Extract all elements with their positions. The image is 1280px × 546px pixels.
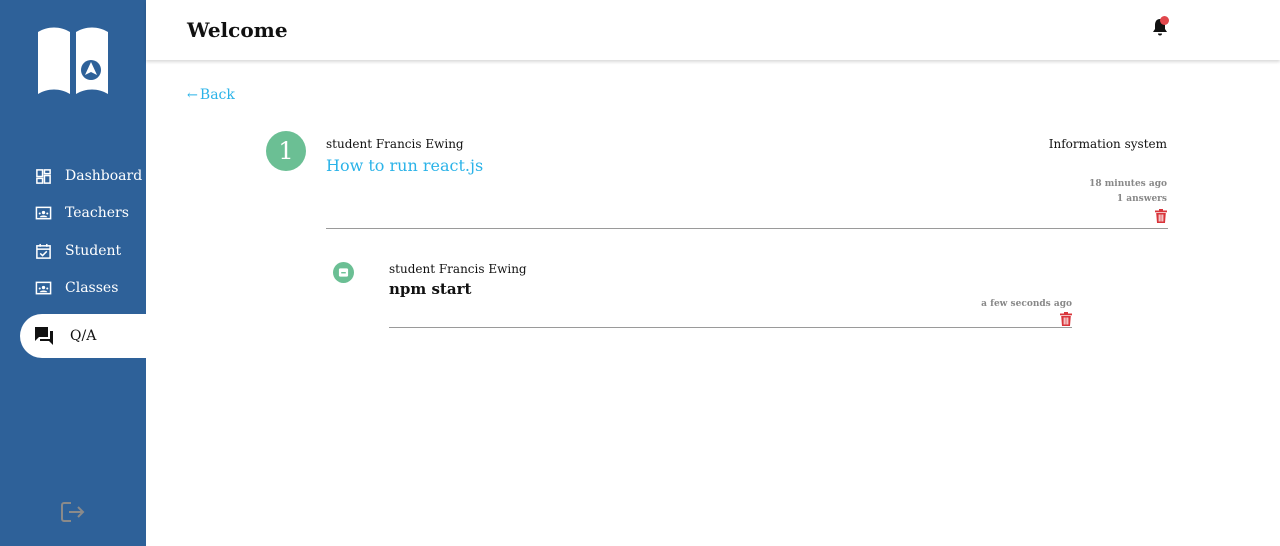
arrow-left-icon: ←	[187, 87, 198, 103]
sidebar-item-teachers[interactable]: Teachers	[0, 198, 146, 228]
sidebar-item-label: Student	[65, 243, 122, 259]
sidebar-item-label: Q/A	[70, 328, 97, 344]
question-title[interactable]: How to run react.js	[326, 156, 483, 175]
notification-dot	[1160, 16, 1169, 25]
sidebar-item-qa[interactable]: Q/A	[20, 314, 150, 358]
back-link[interactable]: ← Back	[187, 87, 235, 103]
sidebar-item-label: Teachers	[65, 205, 129, 221]
answer-author: student Francis Ewing	[389, 262, 527, 276]
question-answer-count: 1 answers	[1116, 194, 1167, 204]
top-header: Welcome	[146, 0, 1280, 60]
dashboard-icon	[34, 167, 52, 185]
question-number-badge: 1	[266, 131, 306, 171]
question-timestamp: 18 minutes ago	[1089, 179, 1167, 189]
sidebar: Dashboard Teachers Student Classes Q/A	[0, 0, 150, 546]
back-label: Back	[199, 87, 235, 103]
sidebar-item-dashboard[interactable]: Dashboard	[0, 161, 146, 191]
question-author: student Francis Ewing	[326, 137, 464, 151]
forum-icon	[34, 326, 54, 346]
teacher-board-icon	[34, 204, 52, 222]
logout-icon[interactable]	[60, 500, 86, 524]
delete-answer-trash-icon[interactable]	[1060, 311, 1072, 326]
question-divider	[326, 228, 1168, 229]
sidebar-item-classes[interactable]: Classes	[0, 273, 146, 303]
class-board-icon	[34, 279, 52, 297]
sidebar-item-label: Dashboard	[65, 168, 143, 184]
answer-text: npm start	[389, 280, 472, 298]
open-book-logo-icon	[34, 24, 112, 96]
answer-icon	[333, 262, 354, 283]
delete-question-trash-icon[interactable]	[1155, 208, 1167, 223]
question-category: Information system	[1048, 137, 1167, 151]
answer-timestamp: a few seconds ago	[981, 299, 1072, 309]
answer-divider	[389, 327, 1072, 328]
calendar-check-icon	[34, 242, 52, 260]
sidebar-item-student[interactable]: Student	[0, 236, 146, 266]
page-title: Welcome	[187, 18, 288, 42]
sidebar-item-label: Classes	[65, 280, 119, 296]
